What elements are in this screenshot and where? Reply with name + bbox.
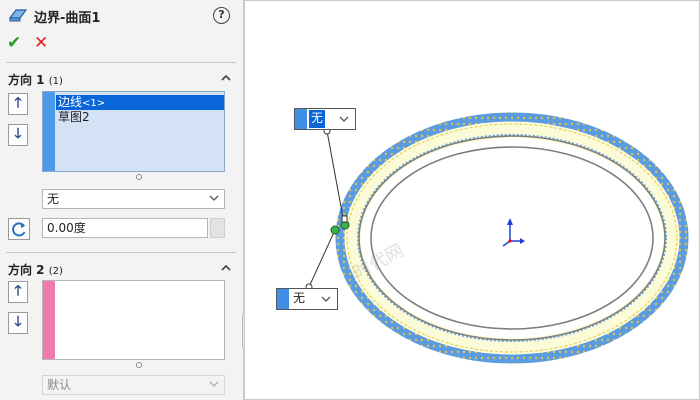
direction1-selection-list[interactable]: 边线<1> 草图2 xyxy=(42,91,225,172)
draft-angle-input[interactable]: 0.00度 xyxy=(42,218,208,238)
boundary-surface[interactable] xyxy=(345,122,679,354)
divider xyxy=(6,62,236,63)
chevron-down-icon xyxy=(209,381,219,387)
move-down-button[interactable]: 🡓 xyxy=(8,124,28,146)
direction1-tangency-select[interactable]: 无 xyxy=(42,189,225,209)
feature-title: 边界-曲面1 xyxy=(34,11,101,26)
chevron-down-icon xyxy=(209,195,219,201)
direction2-tangency-select: 默认 xyxy=(42,375,225,395)
direction2-selection-list[interactable] xyxy=(42,280,225,360)
move-up-button[interactable]: 🡑 xyxy=(8,93,28,115)
tangency-callout-top[interactable]: 无 xyxy=(294,108,356,130)
callout-value: 无 xyxy=(293,291,306,305)
edge1-profile[interactable] xyxy=(370,146,654,330)
direction1-color-bar xyxy=(43,92,55,171)
graphics-area[interactable]: 无 无 xyxy=(244,0,700,400)
connector-handle[interactable] xyxy=(330,225,340,235)
list-item[interactable]: 草图2 xyxy=(56,110,224,125)
boundary-surface-icon xyxy=(8,7,28,26)
move-up-button[interactable]: 🡑 xyxy=(8,281,28,303)
tangency-callout-bottom[interactable]: 无 xyxy=(276,288,338,310)
list-item[interactable]: 边线<1> xyxy=(56,95,224,110)
cancel-button[interactable]: ✕ xyxy=(34,33,48,53)
collapse-chevron-up-icon[interactable] xyxy=(221,263,231,273)
collapse-chevron-up-icon[interactable] xyxy=(221,73,231,83)
direction2-title: 方向 2 xyxy=(8,263,45,277)
list-resize-grip[interactable] xyxy=(136,174,142,180)
model-view xyxy=(305,112,689,364)
feature-title-bar: 边界-曲面1 ? xyxy=(0,0,244,30)
angle-spinner[interactable] xyxy=(210,218,225,238)
chevron-down-icon xyxy=(321,296,331,302)
direction2-header[interactable]: 方向 2 (2) xyxy=(8,261,63,278)
callout-value: 无 xyxy=(309,110,326,128)
direction1-header[interactable]: 方向 1 (1) xyxy=(8,71,63,88)
help-icon[interactable]: ? xyxy=(213,7,230,24)
direction1-title: 方向 1 xyxy=(8,73,45,87)
direction2-color-bar xyxy=(43,281,55,359)
origin-triad-icon xyxy=(502,218,525,247)
property-manager-panel: 边界-曲面1 ? ✔ ✕ 方向 1 (1) 🡑 🡓 边线<1> 草图2 无 0.… xyxy=(0,0,244,400)
ok-button[interactable]: ✔ xyxy=(7,33,21,53)
move-down-button[interactable]: 🡓 xyxy=(8,312,28,334)
reverse-direction-icon[interactable] xyxy=(8,218,30,240)
list-resize-grip[interactable] xyxy=(136,362,142,368)
direction1-count: (1) xyxy=(48,76,63,87)
chevron-down-icon xyxy=(339,116,349,122)
divider xyxy=(6,252,236,253)
direction2-count: (2) xyxy=(48,266,63,277)
